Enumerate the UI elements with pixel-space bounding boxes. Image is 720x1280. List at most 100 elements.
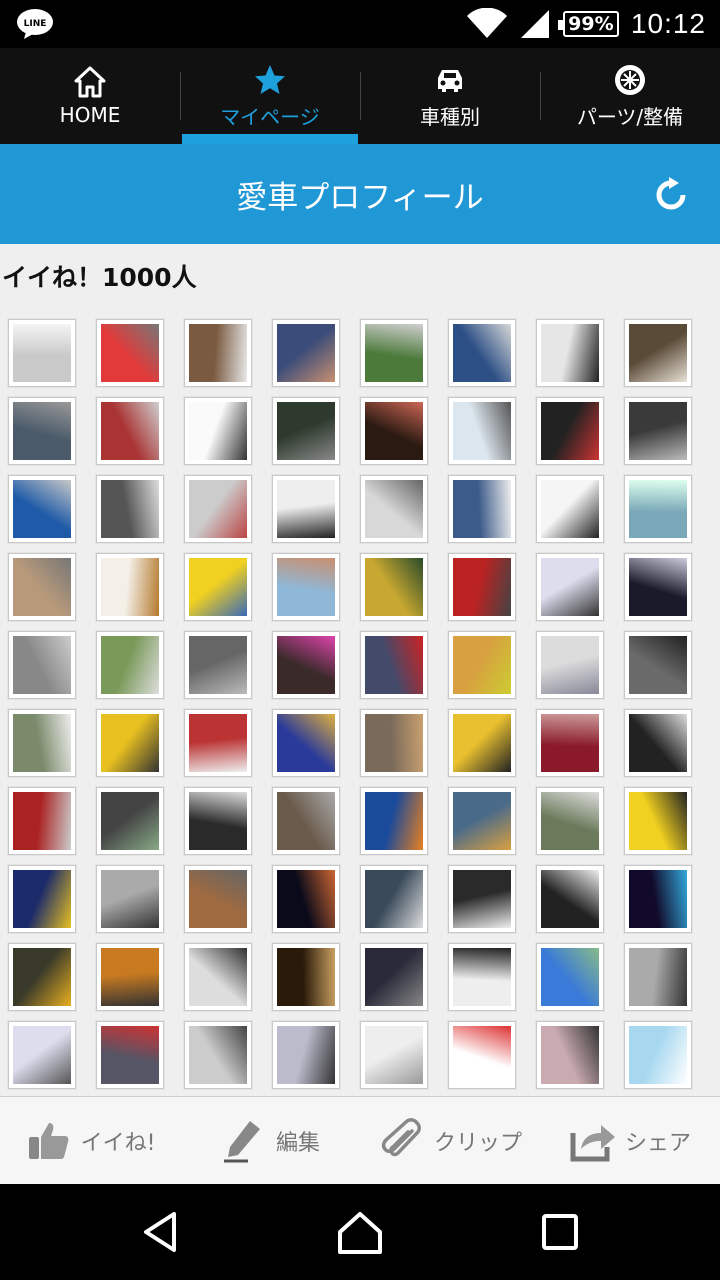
back-icon[interactable] xyxy=(136,1208,184,1256)
user-avatar[interactable] xyxy=(272,475,340,543)
user-avatar[interactable] xyxy=(536,319,604,387)
share-button[interactable]: シェア xyxy=(540,1097,720,1184)
user-avatar[interactable] xyxy=(360,787,428,855)
like-button[interactable]: イイね! xyxy=(0,1097,180,1184)
tab-parts[interactable]: パーツ/整備 xyxy=(540,48,720,144)
user-avatar[interactable] xyxy=(536,943,604,1011)
user-avatar[interactable] xyxy=(624,397,692,465)
user-avatar[interactable] xyxy=(624,787,692,855)
user-avatar[interactable] xyxy=(8,475,76,543)
user-avatar[interactable] xyxy=(272,319,340,387)
user-avatar[interactable] xyxy=(96,787,164,855)
user-avatar[interactable] xyxy=(184,1021,252,1089)
user-avatar[interactable] xyxy=(272,631,340,699)
user-avatar[interactable] xyxy=(624,553,692,621)
user-avatar[interactable] xyxy=(624,631,692,699)
user-avatar[interactable] xyxy=(536,475,604,543)
action-toolbar: イイね! 編集 クリップ シェア xyxy=(0,1096,720,1184)
user-avatar[interactable] xyxy=(8,397,76,465)
user-avatar[interactable] xyxy=(8,319,76,387)
user-avatar[interactable] xyxy=(96,631,164,699)
user-avatar[interactable] xyxy=(184,475,252,543)
user-avatar[interactable] xyxy=(272,709,340,777)
user-avatar[interactable] xyxy=(536,553,604,621)
avatar-image xyxy=(277,636,335,694)
avatar-image xyxy=(189,558,247,616)
user-avatar[interactable] xyxy=(536,865,604,933)
tab-mypage[interactable]: マイページ xyxy=(180,48,360,144)
user-avatar[interactable] xyxy=(96,475,164,543)
user-avatar[interactable] xyxy=(448,709,516,777)
user-avatar[interactable] xyxy=(624,865,692,933)
user-avatar[interactable] xyxy=(536,787,604,855)
user-avatar[interactable] xyxy=(360,1021,428,1089)
edit-button[interactable]: 編集 xyxy=(180,1097,360,1184)
user-avatar[interactable] xyxy=(624,943,692,1011)
user-avatar[interactable] xyxy=(184,709,252,777)
user-avatar[interactable] xyxy=(272,553,340,621)
user-avatar[interactable] xyxy=(360,631,428,699)
recent-apps-icon[interactable] xyxy=(536,1208,584,1256)
user-avatar[interactable] xyxy=(624,1021,692,1089)
user-avatar[interactable] xyxy=(96,319,164,387)
user-avatar[interactable] xyxy=(8,787,76,855)
user-avatar[interactable] xyxy=(624,319,692,387)
user-avatar[interactable] xyxy=(8,631,76,699)
user-avatar[interactable] xyxy=(448,1021,516,1089)
user-avatar[interactable] xyxy=(624,709,692,777)
like-label: イイね! xyxy=(80,1130,156,1156)
user-avatar[interactable] xyxy=(8,709,76,777)
user-avatar[interactable] xyxy=(184,319,252,387)
user-avatar[interactable] xyxy=(448,475,516,543)
tab-home[interactable]: HOME xyxy=(0,48,180,144)
user-avatar[interactable] xyxy=(272,397,340,465)
refresh-icon[interactable] xyxy=(652,176,690,214)
user-avatar[interactable] xyxy=(272,787,340,855)
user-avatar[interactable] xyxy=(624,475,692,543)
tab-car-model[interactable]: 車種別 xyxy=(360,48,540,144)
user-avatar[interactable] xyxy=(96,397,164,465)
clip-button[interactable]: クリップ xyxy=(360,1097,540,1184)
user-avatar[interactable] xyxy=(272,943,340,1011)
user-avatar[interactable] xyxy=(360,319,428,387)
user-avatar[interactable] xyxy=(448,319,516,387)
user-avatar[interactable] xyxy=(96,1021,164,1089)
user-avatar[interactable] xyxy=(8,553,76,621)
user-avatar[interactable] xyxy=(96,709,164,777)
user-avatar[interactable] xyxy=(536,631,604,699)
user-avatar[interactable] xyxy=(184,397,252,465)
avatar-image xyxy=(189,792,247,850)
user-avatar[interactable] xyxy=(184,553,252,621)
user-avatar[interactable] xyxy=(448,787,516,855)
user-avatar[interactable] xyxy=(184,865,252,933)
user-avatar[interactable] xyxy=(360,553,428,621)
user-avatar[interactable] xyxy=(448,943,516,1011)
user-avatar[interactable] xyxy=(448,631,516,699)
avatar-image xyxy=(365,402,423,460)
user-avatar[interactable] xyxy=(360,475,428,543)
user-avatar[interactable] xyxy=(272,1021,340,1089)
user-avatar[interactable] xyxy=(360,709,428,777)
user-avatar[interactable] xyxy=(536,397,604,465)
user-avatar[interactable] xyxy=(184,943,252,1011)
user-avatar[interactable] xyxy=(96,943,164,1011)
user-avatar[interactable] xyxy=(360,943,428,1011)
user-avatar[interactable] xyxy=(8,1021,76,1089)
screen: LINE 99% 10:12 HOME マイページ 車種別 パーツ/整備 愛車プ… xyxy=(0,0,720,1280)
avatar-image xyxy=(453,1026,511,1084)
user-avatar[interactable] xyxy=(536,1021,604,1089)
user-avatar[interactable] xyxy=(96,553,164,621)
user-avatar[interactable] xyxy=(360,397,428,465)
user-avatar[interactable] xyxy=(272,865,340,933)
user-avatar[interactable] xyxy=(8,865,76,933)
home-nav-icon[interactable] xyxy=(336,1208,384,1256)
user-avatar[interactable] xyxy=(448,865,516,933)
user-avatar[interactable] xyxy=(184,631,252,699)
user-avatar[interactable] xyxy=(360,865,428,933)
user-avatar[interactable] xyxy=(448,397,516,465)
user-avatar[interactable] xyxy=(96,865,164,933)
user-avatar[interactable] xyxy=(8,943,76,1011)
user-avatar[interactable] xyxy=(536,709,604,777)
user-avatar[interactable] xyxy=(448,553,516,621)
user-avatar[interactable] xyxy=(184,787,252,855)
